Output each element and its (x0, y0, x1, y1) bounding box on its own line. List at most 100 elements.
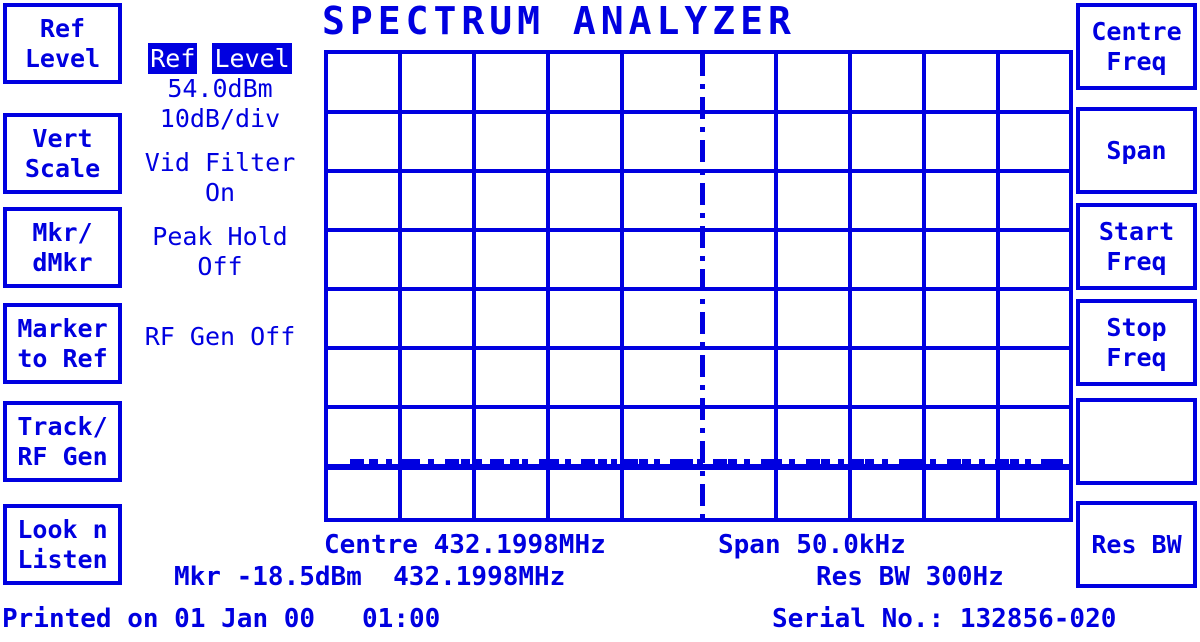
ref-level-label-row: Ref Level (120, 43, 320, 74)
trace-noise-spike (350, 459, 364, 464)
peak-hold-value: Off (197, 252, 243, 281)
vid-filter-label: Vid Filter (144, 148, 296, 177)
trace-noise-spike (461, 459, 470, 464)
softkey-vert-scale-line2: Scale (24, 153, 101, 183)
trace-noise-spike (411, 459, 420, 464)
serial-number-text: Serial No.: 132856-020 (772, 604, 1117, 634)
ref-label-highlight: Ref (148, 43, 198, 74)
trace-noise-spike (1010, 459, 1019, 464)
trace-noise-spike (598, 459, 607, 464)
softkey-mkr-dmkr[interactable]: Mkr/ dMkr (3, 207, 122, 288)
softkey-marker-to-ref[interactable]: Marker to Ref (3, 303, 122, 384)
trace-noise-spike (865, 459, 874, 464)
trace-noise-spike (510, 459, 519, 464)
trace-noise-spike (386, 459, 392, 464)
res-bw-readout: Res BW 300Hz (816, 562, 1004, 592)
softkey-mkr-dmkr-line1: Mkr/ (32, 217, 93, 247)
softkey-marker-to-ref-line1: Marker (17, 313, 108, 343)
param-gap-2 (120, 208, 320, 222)
trace-noise-spike (962, 459, 971, 464)
softkey-look-n-listen-line1: Look n (17, 514, 108, 544)
param-gap-3 (120, 282, 320, 302)
trace-noise-spike (670, 459, 684, 464)
ref-level-value: 54.0dBm (167, 74, 273, 103)
trace-noise-spike (697, 459, 703, 464)
trace-noise-spike (639, 459, 648, 464)
trace-noise-spike (789, 459, 795, 464)
trace-noise-spike (611, 459, 617, 464)
trace-noise-spike (581, 459, 595, 464)
softkey-span-line1: Span (1106, 135, 1167, 165)
rf-gen-status: RF Gen Off (144, 322, 296, 351)
parameter-readout-panel: Ref Level 54.0dBm 10dB/div Vid Filter On… (120, 43, 320, 352)
trace-noise-spike (899, 459, 913, 464)
softkey-track-rf-gen-line1: Track/ (17, 411, 108, 441)
trace-noise-spike (550, 459, 559, 464)
trace-noise-spike (995, 459, 1009, 464)
trace-noise-spike (947, 459, 961, 464)
softkey-span[interactable]: Span (1076, 107, 1197, 194)
spectrum-trace (328, 54, 1069, 518)
softkey-vert-scale-line1: Vert (32, 123, 93, 153)
softkey-stop-freq-line1: Stop (1106, 312, 1167, 342)
marker-readout: Mkr -18.5dBm 432.1998MHz (174, 562, 566, 592)
centre-frequency-readout: Centre 432.1998MHz (324, 530, 606, 560)
softkey-stop-freq-line2: Freq (1106, 342, 1167, 372)
trace-noise-spike (979, 459, 985, 464)
trace-noise-spike (728, 459, 737, 464)
param-gap-1 (120, 134, 320, 148)
trace-noise-spike (369, 459, 378, 464)
spectrum-analyzer-screen: Ref Level Vert Scale Mkr/ dMkr Marker to… (0, 0, 1200, 642)
trace-noise-spike (1041, 459, 1055, 464)
trace-baseline (328, 465, 1069, 470)
softkey-stop-freq[interactable]: Stop Freq (1076, 299, 1197, 386)
softkey-res-bw[interactable]: Res BW (1076, 501, 1197, 588)
softkey-look-n-listen[interactable]: Look n Listen (3, 504, 122, 585)
vid-filter-value: On (204, 178, 236, 207)
softkey-ref-level-line2: Level (24, 43, 101, 73)
peak-hold-label: Peak Hold (152, 222, 288, 251)
trace-noise-spike (744, 459, 750, 464)
softkey-res-bw-line1: Res BW (1091, 529, 1182, 559)
softkey-start-freq[interactable]: Start Freq (1076, 203, 1197, 290)
softkey-vert-scale[interactable]: Vert Scale (3, 113, 122, 194)
trace-noise-spike (445, 459, 459, 464)
softkey-start-freq-line1: Start (1098, 216, 1175, 246)
trace-noise-spike (713, 459, 727, 464)
trace-noise-spike (522, 459, 528, 464)
trace-noise-spike (806, 459, 820, 464)
trace-noise-spike (684, 459, 693, 464)
trace-noise-spike (838, 459, 844, 464)
softkey-centre-freq-line1: Centre (1091, 16, 1182, 46)
trace-noise-spike (850, 459, 864, 464)
trace-noise-spike (773, 459, 782, 464)
softkey-look-n-listen-line2: Listen (17, 544, 108, 574)
graticule[interactable] (324, 50, 1073, 522)
softkey-ref-level-line1: Ref (39, 13, 86, 43)
softkey-blank[interactable] (1076, 398, 1197, 485)
softkey-centre-freq[interactable]: Centre Freq (1076, 3, 1197, 90)
page-title: SPECTRUM ANALYZER (322, 0, 796, 43)
trace-noise-spike (654, 459, 660, 464)
softkey-marker-to-ref-line2: to Ref (17, 343, 108, 373)
trace-noise-spike (1054, 459, 1063, 464)
softkey-mkr-dmkr-line2: dMkr (32, 247, 93, 277)
trace-noise-spike (821, 459, 830, 464)
trace-noise-spike (882, 459, 888, 464)
printed-on-text: Printed on 01 Jan 00 01:00 (2, 604, 441, 634)
softkey-ref-level[interactable]: Ref Level (3, 3, 122, 84)
softkey-track-rf-gen[interactable]: Track/ RF Gen (3, 401, 122, 482)
trace-noise-spike (490, 459, 504, 464)
param-gap-4 (120, 302, 320, 322)
trace-noise-spike (428, 459, 434, 464)
trace-noise-spike (1025, 459, 1031, 464)
vert-scale-value: 10dB/div (159, 104, 281, 133)
trace-noise-spike (476, 459, 482, 464)
span-readout: Span 50.0kHz (718, 530, 906, 560)
trace-noise-spike (624, 459, 638, 464)
trace-noise-spike (930, 459, 936, 464)
level-label-highlight: Level (212, 43, 292, 74)
softkey-start-freq-line2: Freq (1106, 246, 1167, 276)
trace-noise-spike (913, 459, 922, 464)
trace-noise-spike (565, 459, 571, 464)
